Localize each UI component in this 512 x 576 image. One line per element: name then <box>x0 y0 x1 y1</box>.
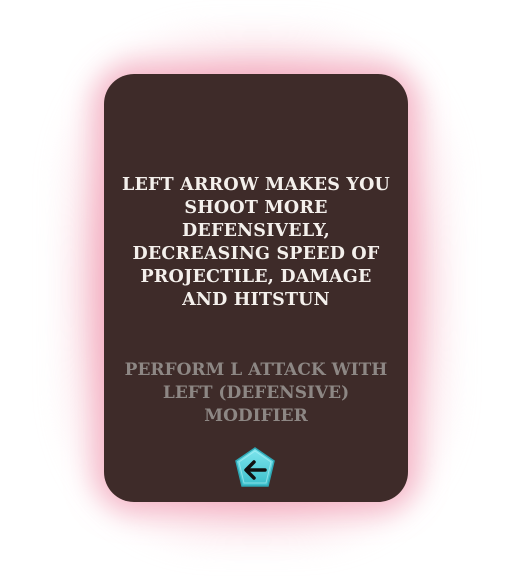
left-arrow-key-icon <box>233 446 277 490</box>
pentagon-key-icon <box>235 447 275 487</box>
tutorial-screen: Left arrow makes you shoot more defensiv… <box>0 0 512 576</box>
move-description: Left arrow makes you shoot more defensiv… <box>121 175 391 310</box>
tutorial-card: Left arrow makes you shoot more defensiv… <box>104 74 408 502</box>
input-instruction: Perform L attack with left (defensive) m… <box>124 360 388 426</box>
